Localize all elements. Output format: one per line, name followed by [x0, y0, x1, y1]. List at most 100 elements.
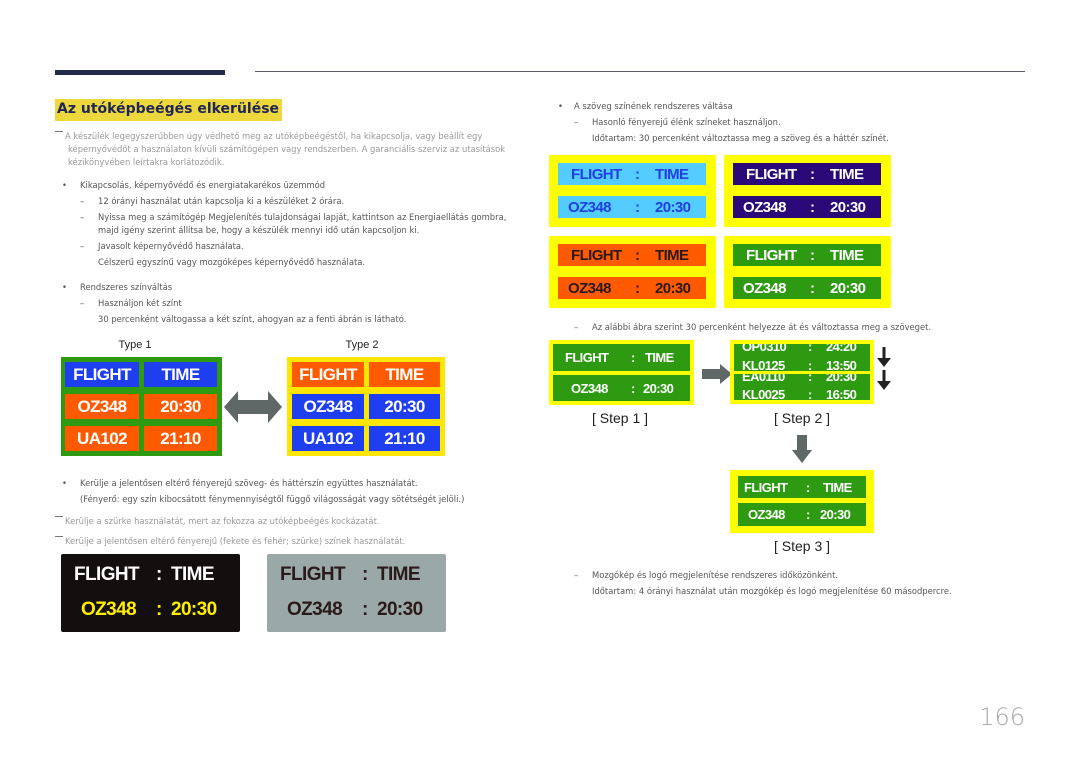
board-separator: :	[808, 357, 812, 372]
section-title: Az utóképbeégés elkerülése	[55, 99, 283, 121]
board-separator: :	[806, 507, 810, 522]
sub-item: 12 órányi használat után kapcsolja ki a …	[98, 196, 345, 206]
color-variant-row: FLIGHT: TIME	[558, 244, 706, 266]
bullet-title: Kikapcsolás, képernyővédő és energiataka…	[80, 180, 326, 190]
board-text: OZ348	[748, 507, 785, 522]
board-text: TIME	[655, 246, 689, 264]
note-dash-icon	[55, 516, 63, 517]
sub-item: Javasolt képernyővédő használata.	[98, 241, 244, 251]
board-text: OZ348	[743, 198, 786, 216]
type2-cell: 20:30	[369, 394, 440, 419]
note-text: Kerülje a jelentősen eltérő fényerejű (f…	[65, 536, 406, 546]
step1-board: FLIGHT : TIME OZ348 : 20:30	[549, 340, 694, 405]
board-text: OZ348	[287, 599, 343, 620]
board-text: 20:30	[830, 198, 866, 216]
note-text: Mozgókép és logó megjelenítése rendszere…	[592, 570, 839, 580]
note-contrast: Kerülje a jelentősen eltérő fényerejű (f…	[55, 535, 535, 548]
dash-icon: –	[574, 322, 579, 332]
header-rule	[255, 71, 1025, 72]
board-text: 24:20	[826, 344, 857, 354]
step2-board: OP0310 : 24:20 KL0125 : 13:50 EA0110 : 2…	[730, 340, 874, 404]
type2-header-flight: FLIGHT	[292, 362, 364, 387]
type2-board: FLIGHT TIME OZ348 20:30 UA102 21:10	[287, 357, 445, 456]
bullet-icon: •	[62, 180, 67, 190]
board-text: OP0310	[742, 344, 787, 354]
step3-label: [ Step 3 ]	[773, 538, 831, 554]
bullet-brightness: • Kerülje a jelentősen eltérő fényerejű s…	[62, 477, 542, 506]
type2-header-time: TIME	[369, 362, 440, 387]
sub-item-continued: majd igény szerint állítsa be, hogy a ké…	[98, 225, 420, 235]
board-text: TIME	[645, 350, 674, 365]
step2-panel-bottom: EA0110 : 20:30 KL0025 : 16:50	[734, 374, 870, 400]
board-text: KL0125	[742, 357, 785, 372]
dash-icon: –	[574, 570, 579, 580]
board-separator: :	[635, 279, 640, 297]
note-dash-icon	[55, 131, 63, 132]
color-variant-board: FLIGHT: TIME OZ348:20:30	[549, 155, 716, 227]
down-arrow-icon	[792, 435, 812, 463]
board-text: 20:30	[826, 374, 857, 384]
board-text: TIME	[171, 564, 215, 585]
board-text: FLIGHT	[571, 246, 622, 264]
dash-icon: –	[80, 298, 85, 308]
board-separator: :	[810, 246, 815, 264]
bullet-icon: •	[558, 101, 563, 111]
board-text: FLIGHT	[280, 564, 346, 585]
board-text: TIME	[823, 479, 852, 495]
swap-arrow-icon	[224, 391, 282, 423]
board-text: 20:30	[830, 279, 866, 297]
intro-note: A készülék legegyszerűbben úgy védhető m…	[55, 130, 535, 169]
type1-cell: OZ348	[65, 394, 139, 419]
color-variant-board: FLIGHT: TIME OZ348:20:30	[724, 236, 891, 308]
type1-cell: 21:10	[144, 426, 217, 451]
sub-item-detail: Célszerű egyszínű vagy mozgóképes képern…	[98, 257, 366, 267]
page-number: 166	[979, 703, 1025, 731]
board-text: 20:30	[655, 198, 691, 216]
board-text: FLIGHT	[571, 165, 622, 183]
color-variant-board: FLIGHT: TIME OZ348:20:30	[549, 236, 716, 308]
board-text: 20:30	[820, 507, 851, 522]
note-dash-icon	[55, 536, 63, 537]
down-arrow-icon	[877, 347, 891, 367]
board-text: OZ348	[571, 380, 608, 396]
right-arrow-icon	[702, 364, 732, 384]
dash-icon: –	[80, 212, 85, 222]
type1-cell: 20:30	[144, 394, 217, 419]
header-accent-bar	[55, 70, 225, 75]
dash-icon: –	[574, 117, 579, 127]
board-text: FLIGHT	[74, 564, 140, 585]
note-text: Kerülje a szürke használatát, mert az fo…	[65, 516, 380, 526]
board-separator: :	[635, 198, 640, 216]
board-text: 13:50	[826, 357, 857, 372]
board-text: 20:30	[377, 599, 423, 620]
dash-icon: –	[80, 196, 85, 206]
board-separator: :	[156, 599, 162, 620]
board-text: TIME	[830, 165, 864, 183]
down-arrow-icon	[877, 370, 891, 390]
move-note: – Az alábbi ábra szerint 30 percenként he…	[574, 321, 1034, 334]
board-separator: :	[810, 198, 815, 216]
board-text: TIME	[655, 165, 689, 183]
board-text: KL0025	[742, 386, 785, 401]
note-gray: Kerülje a szürke használatát, mert az fo…	[55, 515, 535, 528]
board-separator: :	[635, 165, 640, 183]
board-separator: :	[808, 344, 812, 354]
board-separator: :	[631, 380, 635, 396]
bullet-icon: •	[62, 478, 67, 488]
board-text: OZ348	[568, 279, 611, 297]
type1-header-time: TIME	[144, 362, 217, 387]
board-text: FLIGHT	[746, 165, 797, 183]
board-separator: :	[362, 599, 368, 620]
dark-contrast-board: FLIGHT : TIME OZ348 : 20:30	[61, 554, 240, 632]
board-separator: :	[635, 246, 640, 264]
intro-line: A készülék legegyszerűbben úgy védhető m…	[65, 131, 483, 141]
bullet-icon: •	[62, 282, 67, 292]
type1-label: Type 1	[118, 339, 152, 351]
color-variant-row: OZ348:20:30	[733, 277, 881, 299]
type2-cell: UA102	[292, 426, 364, 451]
gray-contrast-board: FLIGHT : TIME OZ348 : 20:30	[267, 554, 446, 632]
board-text: FLIGHT	[565, 350, 609, 365]
board-text: 20:30	[643, 380, 674, 396]
step2-panel-top: OP0310 : 24:20 KL0125 : 13:50	[734, 344, 870, 371]
sub-item: Nyissa meg a számítógép Megjelenítés tul…	[98, 212, 507, 222]
